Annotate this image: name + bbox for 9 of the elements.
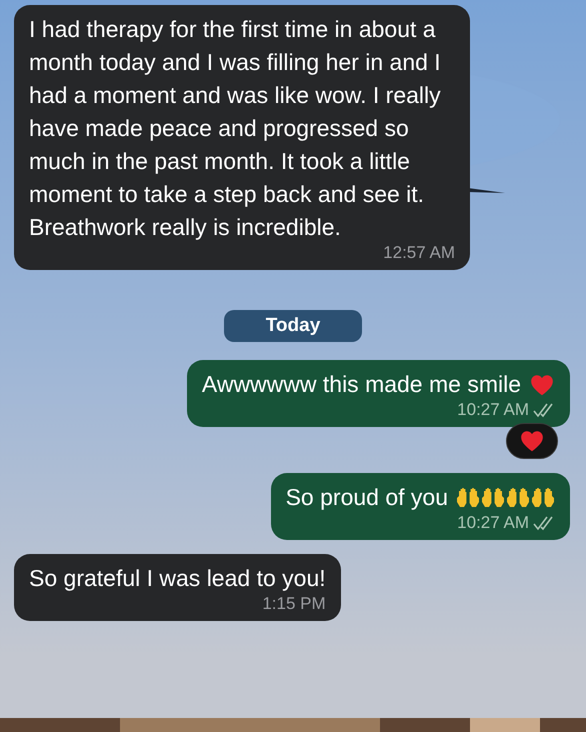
message-time: 10:27 AM <box>457 399 529 421</box>
message-time: 12:57 AM <box>383 242 455 264</box>
message-text: Awwwwww this made me smile <box>202 370 521 399</box>
message-time: 1:15 PM <box>262 593 326 615</box>
date-divider: Today <box>224 310 362 342</box>
message-text: So proud of you <box>286 483 448 512</box>
message-text: So grateful I was lead to you! <box>29 564 326 593</box>
message-text: I had therapy for the first time in about a month today and I was filling her in and I had a moment and was like wow. I really have made peace and progressed so much in the past month. It took a little moment to take a step back and see it. Breathwork really is incredible. <box>29 15 442 242</box>
message-time: 10:27 AM <box>457 512 529 534</box>
